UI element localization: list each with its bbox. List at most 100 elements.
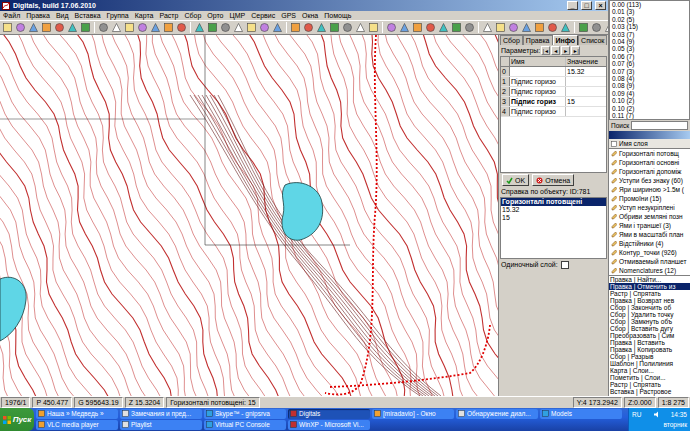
menu-item[interactable]: Файл (3, 11, 20, 20)
row-value[interactable]: 15.32 (566, 67, 606, 76)
language-indicator[interactable]: RU (632, 410, 641, 420)
task-button[interactable]: VLC media player (36, 420, 118, 430)
history-item[interactable]: Растр | Спрятать (609, 290, 690, 297)
tool-icon[interactable] (495, 22, 506, 33)
tool-icon[interactable] (316, 22, 327, 33)
task-button[interactable]: Virtual PC Console (204, 420, 286, 430)
history-item[interactable]: Правка | Отменить из (609, 283, 690, 290)
tool-icon[interactable] (438, 22, 449, 33)
task-button[interactable]: Models (540, 409, 622, 419)
history-item[interactable]: Пометить | Слои... (609, 374, 690, 381)
value-item[interactable]: 0.01 (3) (610, 8, 689, 15)
tool-icon[interactable] (259, 22, 270, 33)
tool-icon[interactable] (303, 22, 314, 33)
tool-icon[interactable] (272, 22, 283, 33)
table-row[interactable]: 1Підпис горизо (501, 77, 606, 87)
layer-item[interactable]: Обриви земляні позн (609, 212, 690, 221)
task-button[interactable]: Наша » Медведь » (36, 409, 118, 419)
row-value[interactable]: 15 (566, 97, 606, 106)
layer-item[interactable]: Уступи без знаку (60) (609, 176, 690, 185)
value-item[interactable]: 0.09 (4) (610, 90, 689, 97)
tool-icon[interactable] (464, 22, 475, 33)
tool-icon[interactable] (534, 22, 545, 33)
tool-icon[interactable] (98, 22, 109, 33)
nav-button[interactable]: |◄ (541, 46, 550, 55)
tool-icon[interactable] (547, 22, 558, 33)
info-line[interactable]: 15.32 (501, 206, 606, 214)
value-item[interactable]: 0.08 (4) (610, 75, 689, 82)
history-item[interactable]: Карта | Слои... (609, 367, 690, 374)
layer-item[interactable]: Nomenclatures (12) (609, 266, 690, 275)
tool-icon[interactable] (41, 22, 52, 33)
tool-icon[interactable] (412, 22, 423, 33)
row-value[interactable] (566, 87, 606, 96)
panel-tab[interactable]: Сбор (500, 35, 523, 45)
info-line[interactable]: 15 (501, 214, 606, 222)
tool-icon[interactable] (355, 22, 366, 33)
history-item[interactable]: Сбор | Закончить об (609, 304, 690, 311)
task-button[interactable]: Обнаружение диал... (456, 409, 538, 419)
history-item[interactable]: Правка | Найти... (609, 276, 690, 283)
history-item[interactable]: Сбор | Удалить точку (609, 311, 690, 318)
tool-icon[interactable] (290, 22, 301, 33)
tool-icon[interactable] (28, 22, 39, 33)
layer-item[interactable]: Ями в масштабі план (609, 230, 690, 239)
menu-item[interactable]: Вставка (75, 11, 101, 20)
window-control-button[interactable]: _ (567, 1, 578, 10)
panel-tab[interactable]: Правка (523, 35, 553, 45)
value-item[interactable]: 0.08 (9) (610, 82, 689, 89)
value-item[interactable]: 0.10 (2) (610, 105, 689, 112)
tool-icon[interactable] (124, 22, 135, 33)
nav-button[interactable]: ◄ (551, 46, 560, 55)
layer-item[interactable]: Отмиваемый планшет (609, 257, 690, 266)
value-item[interactable]: 0.05 (3) (610, 45, 689, 52)
history-item[interactable]: Правка | Вставить (609, 339, 690, 346)
task-button[interactable]: WinXP - Microsoft Vi... (288, 420, 370, 430)
history-item[interactable]: Растр | Спрятать (609, 381, 690, 388)
search-field[interactable] (631, 121, 688, 130)
value-item[interactable]: 0.10 (2) (610, 97, 689, 104)
menu-item[interactable]: Орто (207, 11, 223, 20)
single-layer-checkbox[interactable] (561, 261, 569, 269)
layer-item[interactable]: Відстійники (4) (609, 239, 690, 248)
history-item[interactable]: Правка | Копировать (609, 346, 690, 353)
layer-item[interactable]: Яри шириною >1.5м ( (609, 185, 690, 194)
tool-icon[interactable] (194, 22, 205, 33)
tool-icon[interactable] (15, 22, 26, 33)
tool-icon[interactable] (111, 22, 122, 33)
menu-item[interactable]: Правка (26, 11, 50, 20)
value-item[interactable]: 0.00 (113) (610, 1, 689, 8)
layer-item[interactable]: Уступ незукріплені (609, 203, 690, 212)
value-item[interactable]: 0.03 (15) (610, 23, 689, 30)
nav-button[interactable]: ► (561, 46, 570, 55)
menu-item[interactable]: ЦМР (230, 11, 246, 20)
tool-icon[interactable] (150, 22, 161, 33)
menu-item[interactable]: Сервис (251, 11, 275, 20)
table-row[interactable]: 4Підпис горизо (501, 107, 606, 117)
row-value[interactable] (566, 77, 606, 86)
value-item[interactable]: 0.03 (7) (610, 31, 689, 38)
tool-icon[interactable] (246, 22, 257, 33)
task-button[interactable]: Playlist (120, 420, 202, 430)
row-value[interactable] (566, 107, 606, 116)
table-row[interactable]: 3Підпис гориз15 (501, 97, 606, 107)
tool-icon[interactable] (207, 22, 218, 33)
history-item[interactable]: Правка | Возврат нев (609, 297, 690, 304)
history-item[interactable]: Сбор | Замкнуть объ (609, 318, 690, 325)
value-item[interactable]: 0.04 (9) (610, 38, 689, 45)
menu-item[interactable]: Вид (56, 11, 69, 20)
task-button[interactable]: Skype™ - gnipsrva (204, 409, 286, 419)
tool-icon[interactable] (2, 22, 13, 33)
value-item[interactable]: 0.06 (7) (610, 53, 689, 60)
task-button[interactable]: Digitals (288, 409, 370, 419)
tool-icon[interactable] (342, 22, 353, 33)
panel-tab[interactable]: Список (578, 35, 607, 45)
history-item[interactable]: Сбор | Вставить дугу (609, 325, 690, 332)
tool-icon[interactable] (560, 22, 571, 33)
layer-item[interactable]: Ями і траншеї (3) (609, 221, 690, 230)
tool-icon[interactable] (508, 22, 519, 33)
history-item[interactable]: Шаблон | Полилиния (609, 360, 690, 367)
value-item[interactable]: 0.07 (3) (610, 68, 689, 75)
map-canvas[interactable] (0, 35, 498, 396)
tool-icon[interactable] (137, 22, 148, 33)
